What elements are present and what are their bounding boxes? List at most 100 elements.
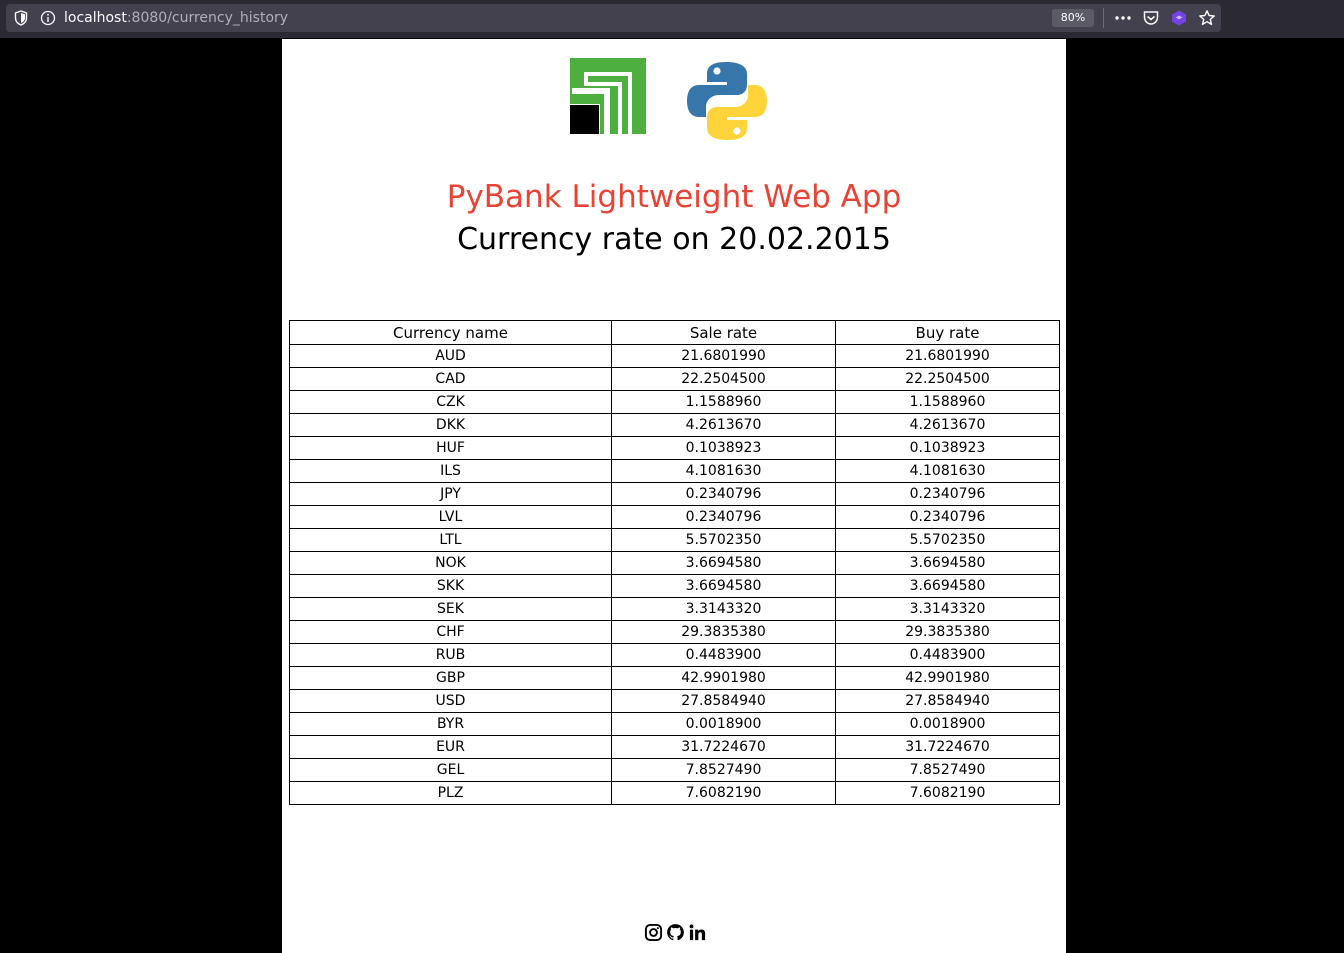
sale-rate-cell: 4.2613670 bbox=[611, 413, 836, 437]
table-row: USD 27.8584940 27.8584940 bbox=[289, 689, 1060, 713]
buy-rate-cell: 5.5702350 bbox=[835, 528, 1060, 552]
sale-rate-cell: 3.6694580 bbox=[611, 574, 836, 598]
table-row: AUD 21.6801990 21.6801990 bbox=[289, 344, 1060, 368]
table-row: CHF 29.3835380 29.3835380 bbox=[289, 620, 1060, 644]
buy-rate-cell: 0.2340796 bbox=[835, 482, 1060, 506]
info-icon[interactable] bbox=[40, 10, 56, 26]
buy-rate-cell: 0.2340796 bbox=[835, 505, 1060, 529]
buy-rate-cell: 3.6694580 bbox=[835, 551, 1060, 575]
instagram-icon[interactable] bbox=[644, 923, 663, 942]
currency-name-cell: CAD bbox=[289, 367, 612, 391]
table-row: CAD 22.2504500 22.2504500 bbox=[289, 367, 1060, 391]
sale-rate-cell: 7.6082190 bbox=[611, 781, 836, 805]
toolbar-divider bbox=[1103, 8, 1104, 28]
sale-rate-cell: 3.6694580 bbox=[611, 551, 836, 575]
currency-name-cell: EUR bbox=[289, 735, 612, 759]
currency-name-cell: GBP bbox=[289, 666, 612, 690]
zoom-indicator[interactable]: 80% bbox=[1052, 9, 1094, 27]
page-title: Currency rate on 20.02.2015 bbox=[457, 222, 891, 257]
buy-rate-cell: 3.6694580 bbox=[835, 574, 1060, 598]
table-row: LTL 5.5702350 5.5702350 bbox=[289, 528, 1060, 552]
sale-rate-cell: 0.4483900 bbox=[611, 643, 836, 667]
sale-rate-cell: 22.2504500 bbox=[611, 367, 836, 391]
buy-rate-cell: 31.7224670 bbox=[835, 735, 1060, 759]
browser-toolbar: localhost:8080/currency_history 80% bbox=[0, 0, 1344, 38]
table-row: RUB 0.4483900 0.4483900 bbox=[289, 643, 1060, 667]
table-row: SEK 3.3143320 3.3143320 bbox=[289, 597, 1060, 621]
table-row: CZK 1.1588960 1.1588960 bbox=[289, 390, 1060, 414]
currency-name-cell: BYR bbox=[289, 712, 612, 736]
pocket-icon[interactable] bbox=[1142, 9, 1160, 27]
star-icon[interactable] bbox=[1198, 9, 1216, 27]
table-row: GEL 7.8527490 7.8527490 bbox=[289, 758, 1060, 782]
buy-rate-cell: 0.1038923 bbox=[835, 436, 1060, 460]
currency-name-cell: USD bbox=[289, 689, 612, 713]
table-row: JPY 0.2340796 0.2340796 bbox=[289, 482, 1060, 506]
extension-icon[interactable] bbox=[1170, 9, 1188, 27]
github-icon[interactable] bbox=[666, 923, 685, 942]
currency-name-cell: CHF bbox=[289, 620, 612, 644]
column-header-buy: Buy rate bbox=[835, 320, 1060, 345]
buy-rate-cell: 7.8527490 bbox=[835, 758, 1060, 782]
table-row: DKK 4.2613670 4.2613670 bbox=[289, 413, 1060, 437]
buy-rate-cell: 22.2504500 bbox=[835, 367, 1060, 391]
table-row: GBP 42.9901980 42.9901980 bbox=[289, 666, 1060, 690]
table-row: SKK 3.6694580 3.6694580 bbox=[289, 574, 1060, 598]
sale-rate-cell: 0.2340796 bbox=[611, 482, 836, 506]
currency-name-cell: JPY bbox=[289, 482, 612, 506]
social-links bbox=[644, 923, 707, 943]
address-bar[interactable]: localhost:8080/currency_history 80% bbox=[6, 4, 1221, 32]
currency-name-cell: LTL bbox=[289, 528, 612, 552]
sale-rate-cell: 31.7224670 bbox=[611, 735, 836, 759]
buy-rate-cell: 27.8584940 bbox=[835, 689, 1060, 713]
table-row: EUR 31.7224670 31.7224670 bbox=[289, 735, 1060, 759]
sale-rate-cell: 1.1588960 bbox=[611, 390, 836, 414]
sale-rate-cell: 0.2340796 bbox=[611, 505, 836, 529]
currency-name-cell: GEL bbox=[289, 758, 612, 782]
sale-rate-cell: 27.8584940 bbox=[611, 689, 836, 713]
currency-name-cell: DKK bbox=[289, 413, 612, 437]
table-body: AUD 21.6801990 21.6801990 CAD 22.2504500 22.2… bbox=[289, 344, 1060, 805]
url-host: localhost bbox=[64, 10, 127, 26]
buy-rate-cell: 4.1081630 bbox=[835, 459, 1060, 483]
table-row: ILS 4.1081630 4.1081630 bbox=[289, 459, 1060, 483]
sale-rate-cell: 5.5702350 bbox=[611, 528, 836, 552]
sale-rate-cell: 0.0018900 bbox=[611, 712, 836, 736]
buy-rate-cell: 3.3143320 bbox=[835, 597, 1060, 621]
table-row: BYR 0.0018900 0.0018900 bbox=[289, 712, 1060, 736]
table-row: NOK 3.6694580 3.6694580 bbox=[289, 551, 1060, 575]
python-logo bbox=[687, 62, 767, 140]
currency-name-cell: AUD bbox=[289, 344, 612, 368]
currency-name-cell: RUB bbox=[289, 643, 612, 667]
currency-name-cell: PLZ bbox=[289, 781, 612, 805]
currency-name-cell: SEK bbox=[289, 597, 612, 621]
buy-rate-cell: 42.9901980 bbox=[835, 666, 1060, 690]
sale-rate-cell: 21.6801990 bbox=[611, 344, 836, 368]
buy-rate-cell: 1.1588960 bbox=[835, 390, 1060, 414]
currency-name-cell: SKK bbox=[289, 574, 612, 598]
buy-rate-cell: 0.0018900 bbox=[835, 712, 1060, 736]
currency-rates-table: Currency name Sale rate Buy rate AUD 21.6… bbox=[289, 320, 1060, 805]
table-row: PLZ 7.6082190 7.6082190 bbox=[289, 781, 1060, 805]
buy-rate-cell: 21.6801990 bbox=[835, 344, 1060, 368]
currency-name-cell: HUF bbox=[289, 436, 612, 460]
sale-rate-cell: 42.9901980 bbox=[611, 666, 836, 690]
more-icon[interactable] bbox=[1114, 9, 1132, 27]
column-header-sale: Sale rate bbox=[611, 320, 836, 345]
table-row: LVL 0.2340796 0.2340796 bbox=[289, 505, 1060, 529]
table-row: HUF 0.1038923 0.1038923 bbox=[289, 436, 1060, 460]
page-content: PyBank Lightweight Web App Currency rate… bbox=[282, 39, 1066, 953]
url-text[interactable]: localhost:8080/currency_history bbox=[64, 8, 288, 28]
currency-name-cell: CZK bbox=[289, 390, 612, 414]
sale-rate-cell: 7.8527490 bbox=[611, 758, 836, 782]
sale-rate-cell: 4.1081630 bbox=[611, 459, 836, 483]
sale-rate-cell: 29.3835380 bbox=[611, 620, 836, 644]
buy-rate-cell: 0.4483900 bbox=[835, 643, 1060, 667]
column-header-currency: Currency name bbox=[289, 320, 612, 345]
buy-rate-cell: 4.2613670 bbox=[835, 413, 1060, 437]
currency-name-cell: ILS bbox=[289, 459, 612, 483]
currency-name-cell: NOK bbox=[289, 551, 612, 575]
table-header-row: Currency name Sale rate Buy rate bbox=[289, 320, 1060, 345]
linkedin-icon[interactable] bbox=[688, 923, 707, 942]
shield-icon[interactable] bbox=[14, 10, 28, 26]
